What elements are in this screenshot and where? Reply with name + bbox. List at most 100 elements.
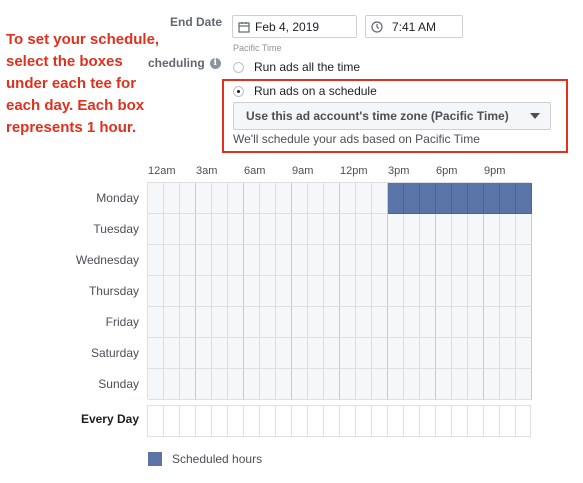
schedule-cell-sunday-3[interactable] <box>196 369 212 400</box>
schedule-cell-monday-14[interactable] <box>372 183 388 214</box>
schedule-cell-thursday-8[interactable] <box>276 276 292 307</box>
schedule-cell-wednesday-13[interactable] <box>356 245 372 276</box>
schedule-cell-thursday-14[interactable] <box>372 276 388 307</box>
schedule-cell-friday-17[interactable] <box>420 307 436 338</box>
every-day-cell-16[interactable] <box>404 406 420 436</box>
schedule-cell-thursday-15[interactable] <box>388 276 404 307</box>
schedule-cell-wednesday-16[interactable] <box>404 245 420 276</box>
schedule-cell-tuesday-22[interactable] <box>500 214 516 245</box>
schedule-cell-wednesday-3[interactable] <box>196 245 212 276</box>
schedule-cell-tuesday-15[interactable] <box>388 214 404 245</box>
schedule-cell-friday-1[interactable] <box>164 307 180 338</box>
every-day-cell-10[interactable] <box>308 406 324 436</box>
schedule-cell-monday-2[interactable] <box>180 183 196 214</box>
every-day-cell-1[interactable] <box>164 406 180 436</box>
schedule-cell-monday-15[interactable] <box>388 183 404 214</box>
schedule-cell-wednesday-12[interactable] <box>340 245 356 276</box>
schedule-cell-friday-7[interactable] <box>260 307 276 338</box>
schedule-cell-tuesday-3[interactable] <box>196 214 212 245</box>
schedule-cell-sunday-7[interactable] <box>260 369 276 400</box>
schedule-cell-thursday-2[interactable] <box>180 276 196 307</box>
schedule-cell-saturday-9[interactable] <box>292 338 308 369</box>
schedule-cell-tuesday-17[interactable] <box>420 214 436 245</box>
schedule-cell-monday-13[interactable] <box>356 183 372 214</box>
every-day-cell-0[interactable] <box>148 406 164 436</box>
schedule-cell-tuesday-4[interactable] <box>212 214 228 245</box>
schedule-cell-friday-5[interactable] <box>228 307 244 338</box>
schedule-cell-friday-19[interactable] <box>452 307 468 338</box>
schedule-cell-saturday-2[interactable] <box>180 338 196 369</box>
schedule-cell-tuesday-19[interactable] <box>452 214 468 245</box>
schedule-cell-saturday-0[interactable] <box>148 338 164 369</box>
every-day-cell-12[interactable] <box>340 406 356 436</box>
schedule-cell-sunday-19[interactable] <box>452 369 468 400</box>
timezone-select[interactable]: Use this ad account's time zone (Pacific… <box>233 102 551 130</box>
schedule-cell-monday-8[interactable] <box>276 183 292 214</box>
schedule-cell-sunday-21[interactable] <box>484 369 500 400</box>
schedule-cell-sunday-4[interactable] <box>212 369 228 400</box>
schedule-cell-tuesday-12[interactable] <box>340 214 356 245</box>
schedule-cell-monday-5[interactable] <box>228 183 244 214</box>
schedule-cell-tuesday-7[interactable] <box>260 214 276 245</box>
schedule-cell-wednesday-9[interactable] <box>292 245 308 276</box>
schedule-cell-saturday-22[interactable] <box>500 338 516 369</box>
schedule-cell-sunday-13[interactable] <box>356 369 372 400</box>
schedule-cell-tuesday-1[interactable] <box>164 214 180 245</box>
schedule-cell-saturday-15[interactable] <box>388 338 404 369</box>
schedule-cell-wednesday-5[interactable] <box>228 245 244 276</box>
schedule-cell-monday-18[interactable] <box>436 183 452 214</box>
schedule-cell-friday-10[interactable] <box>308 307 324 338</box>
schedule-cell-friday-22[interactable] <box>500 307 516 338</box>
schedule-cell-wednesday-1[interactable] <box>164 245 180 276</box>
schedule-cell-thursday-7[interactable] <box>260 276 276 307</box>
schedule-cell-saturday-18[interactable] <box>436 338 452 369</box>
schedule-cell-friday-21[interactable] <box>484 307 500 338</box>
schedule-cell-friday-23[interactable] <box>516 307 532 338</box>
schedule-cell-monday-6[interactable] <box>244 183 260 214</box>
schedule-cell-saturday-14[interactable] <box>372 338 388 369</box>
schedule-cell-wednesday-0[interactable] <box>148 245 164 276</box>
schedule-cell-friday-12[interactable] <box>340 307 356 338</box>
every-day-cell-20[interactable] <box>468 406 484 436</box>
schedule-cell-friday-14[interactable] <box>372 307 388 338</box>
schedule-cell-sunday-12[interactable] <box>340 369 356 400</box>
schedule-cell-thursday-3[interactable] <box>196 276 212 307</box>
schedule-cell-saturday-21[interactable] <box>484 338 500 369</box>
schedule-cell-saturday-7[interactable] <box>260 338 276 369</box>
schedule-cell-tuesday-8[interactable] <box>276 214 292 245</box>
every-day-cell-9[interactable] <box>292 406 308 436</box>
schedule-cell-saturday-1[interactable] <box>164 338 180 369</box>
every-day-cell-23[interactable] <box>516 406 532 436</box>
radio-button-checked[interactable] <box>233 85 244 97</box>
schedule-cell-tuesday-14[interactable] <box>372 214 388 245</box>
schedule-cell-thursday-5[interactable] <box>228 276 244 307</box>
schedule-cell-wednesday-10[interactable] <box>308 245 324 276</box>
schedule-cell-monday-19[interactable] <box>452 183 468 214</box>
schedule-cell-sunday-15[interactable] <box>388 369 404 400</box>
every-day-cell-22[interactable] <box>500 406 516 436</box>
schedule-cell-sunday-23[interactable] <box>516 369 532 400</box>
schedule-cell-thursday-17[interactable] <box>420 276 436 307</box>
schedule-cell-sunday-8[interactable] <box>276 369 292 400</box>
schedule-cell-tuesday-13[interactable] <box>356 214 372 245</box>
end-time-field[interactable]: 7:41 AM <box>365 15 463 38</box>
every-day-cell-18[interactable] <box>436 406 452 436</box>
schedule-cell-thursday-6[interactable] <box>244 276 260 307</box>
schedule-cell-thursday-1[interactable] <box>164 276 180 307</box>
every-day-cell-8[interactable] <box>276 406 292 436</box>
schedule-cell-sunday-22[interactable] <box>500 369 516 400</box>
schedule-cell-monday-10[interactable] <box>308 183 324 214</box>
schedule-cell-friday-4[interactable] <box>212 307 228 338</box>
schedule-cell-saturday-19[interactable] <box>452 338 468 369</box>
schedule-cell-friday-13[interactable] <box>356 307 372 338</box>
schedule-cell-sunday-14[interactable] <box>372 369 388 400</box>
schedule-cell-monday-22[interactable] <box>500 183 516 214</box>
every-day-cell-21[interactable] <box>484 406 500 436</box>
schedule-cell-tuesday-18[interactable] <box>436 214 452 245</box>
schedule-cell-wednesday-8[interactable] <box>276 245 292 276</box>
schedule-cell-monday-12[interactable] <box>340 183 356 214</box>
schedule-cell-tuesday-23[interactable] <box>516 214 532 245</box>
every-day-cell-5[interactable] <box>228 406 244 436</box>
schedule-cell-monday-3[interactable] <box>196 183 212 214</box>
schedule-cell-saturday-12[interactable] <box>340 338 356 369</box>
